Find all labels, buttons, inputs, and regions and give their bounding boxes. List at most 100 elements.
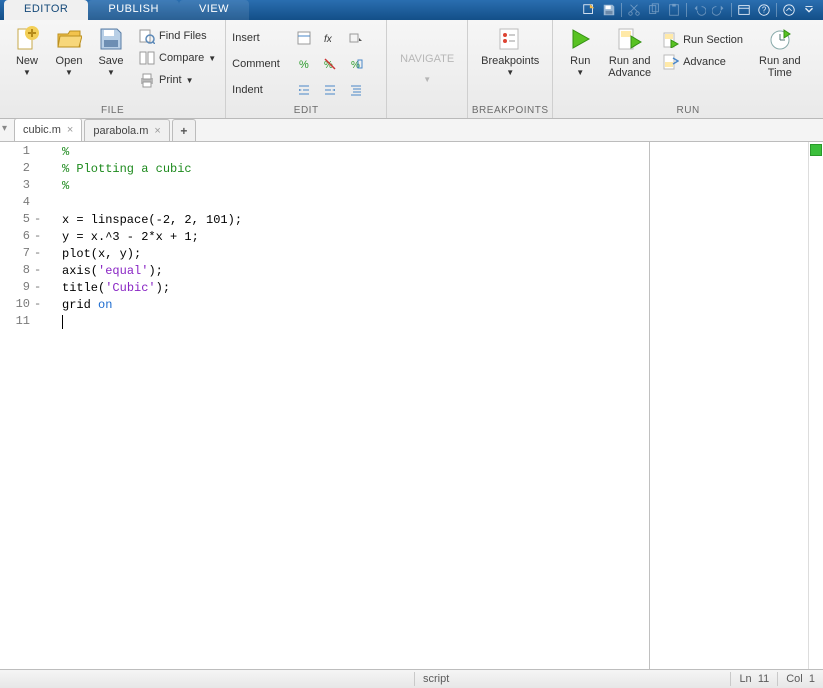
comment-add-icon[interactable]: % bbox=[294, 54, 314, 74]
find-files-label: Find Files bbox=[159, 30, 207, 42]
run-button[interactable]: Run ▼ bbox=[559, 22, 601, 80]
outdent-icon[interactable] bbox=[320, 80, 340, 100]
undo-icon[interactable] bbox=[691, 2, 707, 18]
open-button[interactable]: Open ▼ bbox=[48, 22, 90, 80]
svg-text:%: % bbox=[351, 60, 360, 71]
svg-text:fx: fx bbox=[324, 34, 333, 45]
status-ln-label: Ln bbox=[739, 673, 751, 685]
find-files-icon bbox=[139, 28, 155, 44]
open-icon bbox=[55, 25, 83, 53]
tab-view[interactable]: VIEW bbox=[179, 0, 249, 20]
file-tab-other[interactable]: parabola.m × bbox=[84, 119, 169, 141]
run-section-icon bbox=[663, 32, 679, 48]
chevron-down-icon: ▼ bbox=[107, 68, 115, 77]
run-section-button[interactable]: Run Section bbox=[660, 30, 746, 50]
compare-label: Compare bbox=[159, 52, 204, 64]
save-icon[interactable] bbox=[601, 2, 617, 18]
tab-view-label: VIEW bbox=[199, 3, 229, 15]
qat-icon-1[interactable] bbox=[581, 2, 597, 18]
chevron-down-icon: ▼ bbox=[576, 68, 584, 77]
help-icon[interactable]: ? bbox=[756, 2, 772, 18]
group-navigate: NAVIGATE ▼ bbox=[387, 20, 468, 118]
indent-label: Indent bbox=[232, 84, 288, 96]
window-icon[interactable] bbox=[736, 2, 752, 18]
app-window: EDITOR PUBLISH VIEW ? bbox=[0, 0, 823, 688]
status-col-value: 1 bbox=[809, 673, 815, 685]
navigate-button[interactable]: NAVIGATE ▼ bbox=[393, 40, 461, 87]
status-ln-value: 11 bbox=[758, 673, 769, 685]
save-button[interactable]: Save ▼ bbox=[90, 22, 132, 80]
qat-sep-1 bbox=[621, 3, 622, 17]
actions-dropdown-icon[interactable] bbox=[801, 2, 817, 18]
new-button[interactable]: New ▼ bbox=[6, 22, 48, 80]
group-edit-label: EDIT bbox=[226, 104, 386, 118]
ribbon: New ▼ Open ▼ Save ▼ Find Files bbox=[0, 20, 823, 119]
file-tab-active[interactable]: cubic.m × bbox=[14, 118, 82, 141]
navigate-label: NAVIGATE bbox=[400, 53, 454, 65]
new-tab-button[interactable]: + bbox=[172, 119, 196, 141]
compare-icon bbox=[139, 50, 155, 66]
tab-editor[interactable]: EDITOR bbox=[4, 0, 88, 20]
open-label: Open bbox=[56, 55, 83, 67]
svg-text:%: % bbox=[299, 59, 309, 71]
redo-icon[interactable] bbox=[711, 2, 727, 18]
message-strip[interactable] bbox=[808, 142, 823, 669]
status-type: script bbox=[415, 673, 457, 685]
breakpoint-gutter[interactable]: ------ bbox=[34, 142, 44, 669]
run-section-label: Run Section bbox=[683, 34, 743, 46]
run-time-button[interactable]: Run and Time bbox=[752, 22, 808, 82]
navigate-icon bbox=[413, 43, 441, 51]
file-tab-other-label: parabola.m bbox=[93, 125, 148, 137]
group-edit: Insert fx Comment % % % Indent bbox=[226, 20, 387, 118]
smart-indent-icon[interactable] bbox=[346, 80, 366, 100]
file-tab-active-label: cubic.m bbox=[23, 124, 61, 136]
code-area[interactable]: %% Plotting a cubic%x = linspace(-2, 2, … bbox=[44, 142, 649, 669]
tabs-chevron-icon[interactable]: ▾ bbox=[2, 123, 7, 134]
group-run-label: RUN bbox=[553, 104, 823, 118]
file-tabs: ▾ cubic.m × parabola.m × + bbox=[0, 119, 823, 142]
main-tabs: EDITOR PUBLISH VIEW bbox=[4, 0, 249, 20]
line-number-gutter: 1234567891011 bbox=[0, 142, 34, 669]
print-icon bbox=[139, 72, 155, 88]
cut-icon[interactable] bbox=[626, 2, 642, 18]
compare-button[interactable]: Compare ▼ bbox=[136, 48, 219, 68]
comment-button[interactable]: Comment % % % bbox=[232, 54, 366, 74]
run-advance-label: Run and Advance bbox=[608, 55, 651, 79]
tab-publish[interactable]: PUBLISH bbox=[88, 0, 179, 20]
group-run: Run ▼ Run and Advance Run Section Advanc… bbox=[553, 20, 823, 118]
run-advance-button[interactable]: Run and Advance bbox=[601, 22, 658, 82]
find-files-button[interactable]: Find Files bbox=[136, 26, 219, 46]
status-col-label: Col bbox=[786, 673, 803, 685]
paste-icon[interactable] bbox=[666, 2, 682, 18]
print-button[interactable]: Print ▼ bbox=[136, 70, 219, 90]
breakpoints-icon bbox=[496, 25, 524, 53]
qat-sep-4 bbox=[776, 3, 777, 17]
status-col: Col 1 bbox=[778, 673, 823, 685]
minimize-ribbon-icon[interactable] bbox=[781, 2, 797, 18]
copy-icon[interactable] bbox=[646, 2, 662, 18]
new-label: New bbox=[16, 55, 38, 67]
run-advance-icon bbox=[616, 25, 644, 53]
run-time-icon bbox=[766, 25, 794, 53]
close-icon[interactable]: × bbox=[67, 124, 73, 136]
insert-label: Insert bbox=[232, 32, 288, 44]
insert-dropdown-icon[interactable] bbox=[346, 28, 366, 48]
indent-button[interactable]: Indent bbox=[232, 80, 366, 100]
advance-button[interactable]: Advance bbox=[660, 52, 746, 72]
comment-wrap-icon[interactable]: % bbox=[346, 54, 366, 74]
run-label: Run bbox=[570, 55, 590, 67]
comment-label: Comment bbox=[232, 58, 288, 70]
print-label: Print bbox=[159, 74, 182, 86]
insert-fx-icon[interactable]: fx bbox=[320, 28, 340, 48]
breakpoints-button[interactable]: Breakpoints ▼ bbox=[474, 22, 546, 80]
chevron-down-icon: ▼ bbox=[23, 68, 31, 77]
tab-editor-label: EDITOR bbox=[24, 3, 68, 15]
indent-icon[interactable] bbox=[294, 80, 314, 100]
insert-button[interactable]: Insert fx bbox=[232, 28, 366, 48]
svg-text:?: ? bbox=[762, 6, 767, 15]
close-icon[interactable]: × bbox=[154, 125, 160, 137]
qat-sep-3 bbox=[731, 3, 732, 17]
comment-remove-icon[interactable]: % bbox=[320, 54, 340, 74]
editor: 1234567891011 ------ %% Plotting a cubic… bbox=[0, 142, 823, 669]
insert-section-icon[interactable] bbox=[294, 28, 314, 48]
